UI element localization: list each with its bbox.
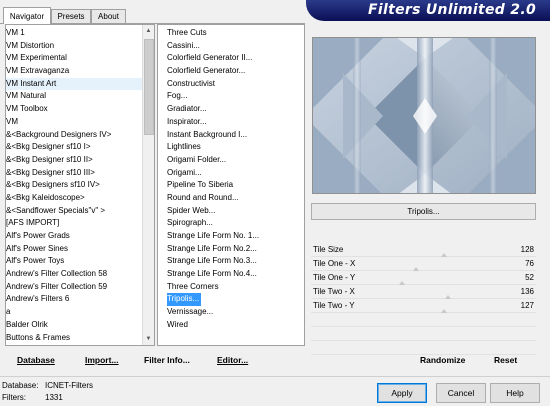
app-title: Filters Unlimited 2.0 <box>368 2 536 18</box>
list-item[interactable]: Three Corners <box>167 281 297 294</box>
list-item[interactable]: Andrew's Filter Collection 58 <box>6 268 143 281</box>
list-item[interactable]: Lightlines <box>167 141 297 154</box>
list-item[interactable]: Fog... <box>167 90 297 103</box>
preview-image <box>312 37 536 194</box>
scroll-thumb[interactable] <box>144 39 154 135</box>
parameter-value[interactable]: 136 <box>521 287 534 296</box>
parameter-value[interactable]: 128 <box>521 245 534 254</box>
list-item[interactable]: a <box>6 306 143 319</box>
category-scrollbar[interactable]: ▲ ▼ <box>142 25 154 345</box>
list-item[interactable]: Alf's Power Toys <box>6 255 143 268</box>
parameter-row-empty <box>311 313 536 327</box>
status-separator <box>0 376 550 377</box>
list-item[interactable]: Pipeline To Siberia <box>167 179 297 192</box>
parameter-name: Tile Size <box>313 245 344 254</box>
parameter-row[interactable]: Tile Size 128 <box>311 243 536 257</box>
list-item[interactable]: Strange Life Form No. 1... <box>167 230 297 243</box>
parameter-row-empty <box>311 341 536 355</box>
scroll-up-icon[interactable]: ▲ <box>143 25 154 37</box>
list-item[interactable]: Constructivist <box>167 78 297 91</box>
parameter-value[interactable]: 76 <box>525 259 534 268</box>
import-button[interactable]: Import... <box>85 355 119 365</box>
title-banner: Filters Unlimited 2.0 <box>306 0 550 21</box>
editor-button[interactable]: Editor... <box>217 355 248 365</box>
list-item[interactable]: &<Background Designers IV> <box>6 129 143 142</box>
parameter-name: Tile Two - Y <box>313 301 355 310</box>
list-item[interactable]: Spirograph... <box>167 217 297 230</box>
list-item[interactable]: &<Bkg Designer sf10 III> <box>6 167 143 180</box>
list-item[interactable]: VM <box>6 116 143 129</box>
cancel-button[interactable]: Cancel <box>436 383 486 403</box>
list-item-selected[interactable]: VM Instant Art <box>6 77 143 91</box>
list-item[interactable]: &<Bkg Designer sf10 II> <box>6 154 143 167</box>
list-item[interactable]: Balder Olrik <box>6 319 143 332</box>
list-item[interactable]: VM Experimental <box>6 52 143 65</box>
list-item[interactable]: Alf's Power Sines <box>6 243 143 256</box>
parameter-panel[interactable]: Tile Size 128 Tile One - X 76 Tile One - Y 52… <box>311 243 536 355</box>
status-database: Database: ICNET-Filters <box>2 381 93 390</box>
scroll-down-icon[interactable]: ▼ <box>143 333 154 345</box>
filter-run-button[interactable]: Tripolis... <box>311 203 536 220</box>
parameter-row[interactable]: Tile One - X 76 <box>311 257 536 271</box>
category-list[interactable]: VM 1 VM Distortion VM Experimental VM Extra… <box>6 27 143 344</box>
list-item[interactable]: VM 1 <box>6 27 143 40</box>
tab-about[interactable]: About <box>91 9 126 23</box>
list-item-selected[interactable]: Tripolis... <box>167 293 202 307</box>
filter-list[interactable]: Three Cuts Cassini... Colorfield Generator… <box>167 27 297 332</box>
list-item[interactable]: Colorfield Generator... <box>167 65 297 78</box>
list-item[interactable]: &<Bkg Designers sf10 IV> <box>6 179 143 192</box>
list-item[interactable]: VM Extravaganza <box>6 65 143 78</box>
list-item[interactable]: VM Natural <box>6 90 143 103</box>
list-item[interactable]: &<Bkg Designer sf10 I> <box>6 141 143 154</box>
apply-button[interactable]: Apply <box>377 383 427 403</box>
list-item[interactable]: Andrew's Filter Collection 59 <box>6 281 143 294</box>
list-item[interactable]: Andrew's Filters 6 <box>6 293 143 306</box>
list-item[interactable]: [AFS IMPORT] <box>6 217 143 230</box>
list-item[interactable]: VM Toolbox <box>6 103 143 116</box>
list-item[interactable]: VM Distortion <box>6 40 143 53</box>
parameter-row[interactable]: Tile One - Y 52 <box>311 271 536 285</box>
list-item[interactable]: Cassini... <box>167 40 297 53</box>
parameter-row[interactable]: Tile Two - X 136 <box>311 285 536 299</box>
list-item[interactable]: Strange Life Form No.3... <box>167 255 297 268</box>
parameter-value[interactable]: 127 <box>521 301 534 310</box>
database-button[interactable]: Database <box>17 355 55 365</box>
list-item[interactable]: &<Sandflower Specials"v" > <box>6 205 143 218</box>
parameter-row[interactable]: Tile Two - Y 127 <box>311 299 536 313</box>
list-item[interactable]: Alf's Power Grads <box>6 230 143 243</box>
list-item[interactable]: Colorfield Generator II... <box>167 52 297 65</box>
list-item[interactable]: Origami Folder... <box>167 154 297 167</box>
list-item[interactable]: Round and Round... <box>167 192 297 205</box>
status-filters: Filters: 1331 <box>2 393 63 402</box>
list-item[interactable]: Inspirator... <box>167 116 297 129</box>
tab-presets[interactable]: Presets <box>51 9 91 23</box>
list-item[interactable]: Gradiator... <box>167 103 297 116</box>
list-item[interactable]: Wired <box>167 319 297 332</box>
tab-navigator[interactable]: Navigator <box>3 7 51 24</box>
list-item[interactable]: Strange Life Form No.4... <box>167 268 297 281</box>
list-item[interactable]: Vernissage... <box>167 306 297 319</box>
filter-list-panel[interactable]: Three Cuts Cassini... Colorfield Generator… <box>157 24 305 346</box>
list-item[interactable]: Strange Life Form No.2... <box>167 243 297 256</box>
category-list-panel[interactable]: VM 1 VM Distortion VM Experimental VM Extra… <box>5 24 155 346</box>
parameter-name: Tile Two - X <box>313 287 355 296</box>
list-item[interactable]: &<Bkg Kaleidoscope> <box>6 192 143 205</box>
randomize-button[interactable]: Randomize <box>420 355 465 365</box>
list-item[interactable]: Instant Background I... <box>167 129 297 142</box>
parameter-name: Tile One - X <box>313 259 356 268</box>
parameter-row-empty <box>311 327 536 341</box>
help-button[interactable]: Help <box>490 383 540 403</box>
parameter-value[interactable]: 52 <box>525 273 534 282</box>
list-item[interactable]: Buttons & Frames <box>6 332 143 345</box>
reset-button[interactable]: Reset <box>494 355 517 365</box>
parameter-name: Tile One - Y <box>313 273 356 282</box>
tripolis-preview-pattern <box>313 38 535 193</box>
list-item[interactable]: Origami... <box>167 167 297 180</box>
list-item[interactable]: Three Cuts <box>167 27 297 40</box>
list-item[interactable]: Spider Web... <box>167 205 297 218</box>
filter-info-button[interactable]: Filter Info... <box>144 355 190 365</box>
